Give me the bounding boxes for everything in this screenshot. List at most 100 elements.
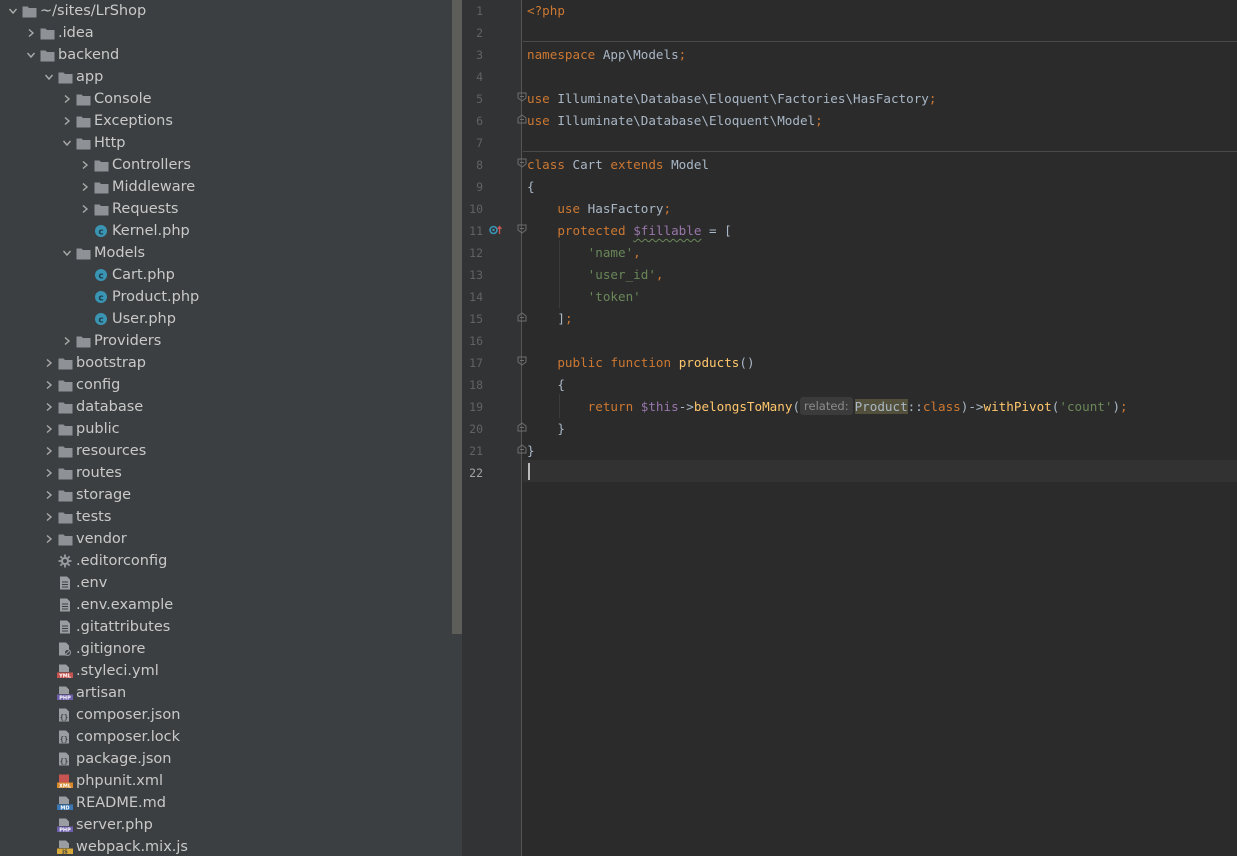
chevron-down-icon[interactable] (42, 66, 56, 88)
tree-file-row[interactable]: c User.php (0, 308, 452, 330)
chevron-right-icon[interactable] (78, 198, 92, 220)
project-tree-scrollbar[interactable] (452, 0, 462, 634)
php-file-icon: PHP (56, 682, 74, 704)
fold-icon[interactable] (517, 92, 527, 102)
svg-text:PHP: PHP (59, 827, 71, 832)
code-line-20: } (527, 421, 565, 436)
code-editor[interactable]: 1 2 3 4 5 6 7 8 9 10 11 12 13 14 15 16 1… (462, 0, 1237, 856)
code-line-1: <?php (527, 3, 565, 18)
tree-folder-row[interactable]: tests (0, 506, 452, 528)
svg-text:MD: MD (60, 805, 69, 810)
fold-icon[interactable] (517, 356, 527, 366)
highlighted-symbol: Product (854, 399, 908, 414)
tree-folder-row[interactable]: .idea (0, 22, 452, 44)
chevron-right-icon[interactable] (78, 176, 92, 198)
chevron-right-icon[interactable] (60, 88, 74, 110)
chevron-right-icon[interactable] (60, 110, 74, 132)
tree-file-row[interactable]: .gitignore (0, 638, 452, 660)
tree-folder-row[interactable]: Exceptions (0, 110, 452, 132)
tree-folder-row[interactable]: bootstrap (0, 352, 452, 374)
folder-icon (56, 528, 74, 550)
line-number: 8 (476, 158, 483, 172)
tree-file-row[interactable]: .env (0, 572, 452, 594)
tree-folder-row[interactable]: backend (0, 44, 452, 66)
chevron-right-icon[interactable] (42, 440, 56, 462)
chevron-right-icon[interactable] (24, 22, 38, 44)
chevron-right-icon[interactable] (42, 462, 56, 484)
tree-file-row[interactable]: XML phpunit.xml (0, 770, 452, 792)
tree-folder-row[interactable]: config (0, 374, 452, 396)
fold-icon[interactable] (517, 224, 527, 234)
chevron-right-icon[interactable] (42, 528, 56, 550)
tree-item-label: Requests (112, 201, 179, 217)
chevron-right-icon[interactable] (78, 154, 92, 176)
tree-file-row[interactable]: MD README.md (0, 792, 452, 814)
tree-file-row[interactable]: {} composer.json (0, 704, 452, 726)
tree-file-row[interactable]: PHP server.php (0, 814, 452, 836)
tree-folder-row[interactable]: Controllers (0, 154, 452, 176)
tree-file-row[interactable]: {} composer.lock (0, 726, 452, 748)
chevron-right-icon[interactable] (42, 396, 56, 418)
chevron-right-icon[interactable] (60, 330, 74, 352)
tree-file-row[interactable]: .env.example (0, 594, 452, 616)
chevron-down-icon[interactable] (60, 132, 74, 154)
tree-folder-row[interactable]: vendor (0, 528, 452, 550)
js-file-icon: JS (56, 836, 74, 856)
editor-gutter: 1 2 3 4 5 6 7 8 9 10 11 12 13 14 15 16 1… (462, 0, 527, 856)
tree-folder-row[interactable]: database (0, 396, 452, 418)
implements-override-icon[interactable] (489, 224, 503, 236)
fold-icon[interactable] (517, 114, 527, 124)
tree-folder-row[interactable]: resources (0, 440, 452, 462)
tree-file-row[interactable]: JS webpack.mix.js (0, 836, 452, 856)
line-number: 21 (469, 444, 483, 458)
tree-file-row[interactable]: PHP artisan (0, 682, 452, 704)
fold-icon[interactable] (517, 444, 527, 454)
svg-text:PHP: PHP (59, 695, 71, 700)
chevron-right-icon[interactable] (42, 506, 56, 528)
code-line-8: class Cart extends Model (527, 157, 709, 172)
tree-folder-row[interactable]: storage (0, 484, 452, 506)
fold-icon[interactable] (517, 422, 527, 432)
tree-file-row[interactable]: .gitattributes (0, 616, 452, 638)
chevron-right-icon[interactable] (42, 374, 56, 396)
tree-folder-row[interactable]: Middleware (0, 176, 452, 198)
tree-folder-row[interactable]: Requests (0, 198, 452, 220)
tree-folder-row[interactable]: app (0, 66, 452, 88)
fold-icon[interactable] (517, 312, 527, 322)
chevron-right-icon[interactable] (42, 352, 56, 374)
folder-icon (74, 242, 92, 264)
text-file-icon (56, 616, 74, 638)
tree-file-row[interactable]: {} package.json (0, 748, 452, 770)
chevron-down-icon[interactable] (6, 0, 20, 22)
folder-icon (74, 330, 92, 352)
folder-icon (92, 154, 110, 176)
folder-icon (74, 110, 92, 132)
chevron-down-icon[interactable] (60, 242, 74, 264)
fillable-variable: $fillable (633, 223, 702, 238)
tree-folder-row[interactable]: Console (0, 88, 452, 110)
tree-folder-row[interactable]: routes (0, 462, 452, 484)
method-separator (523, 41, 1237, 42)
chevron-down-icon[interactable] (24, 44, 38, 66)
tree-file-row[interactable]: .editorconfig (0, 550, 452, 572)
chevron-right-icon[interactable] (42, 418, 56, 440)
line-number: 18 (469, 378, 483, 392)
tree-item-label: .gitignore (76, 641, 146, 657)
svg-text:{}: {} (60, 758, 68, 766)
tree-folder-row[interactable]: Providers (0, 330, 452, 352)
chevron-right-icon[interactable] (42, 484, 56, 506)
tree-folder-row[interactable]: ~/sites/LrShop (0, 0, 452, 22)
fold-icon[interactable] (517, 158, 527, 168)
tree-file-row[interactable]: YML .styleci.yml (0, 660, 452, 682)
tree-folder-row[interactable]: public (0, 418, 452, 440)
tree-folder-row[interactable]: Http (0, 132, 452, 154)
tree-item-label: Kernel.php (112, 223, 190, 239)
folder-icon (56, 374, 74, 396)
tree-file-row[interactable]: c Product.php (0, 286, 452, 308)
tree-file-row[interactable]: c Kernel.php (0, 220, 452, 242)
svg-text:XML: XML (59, 783, 72, 788)
tree-item-label: Exceptions (94, 113, 173, 129)
tree-file-row[interactable]: c Cart.php (0, 264, 452, 286)
tree-folder-row[interactable]: Models (0, 242, 452, 264)
